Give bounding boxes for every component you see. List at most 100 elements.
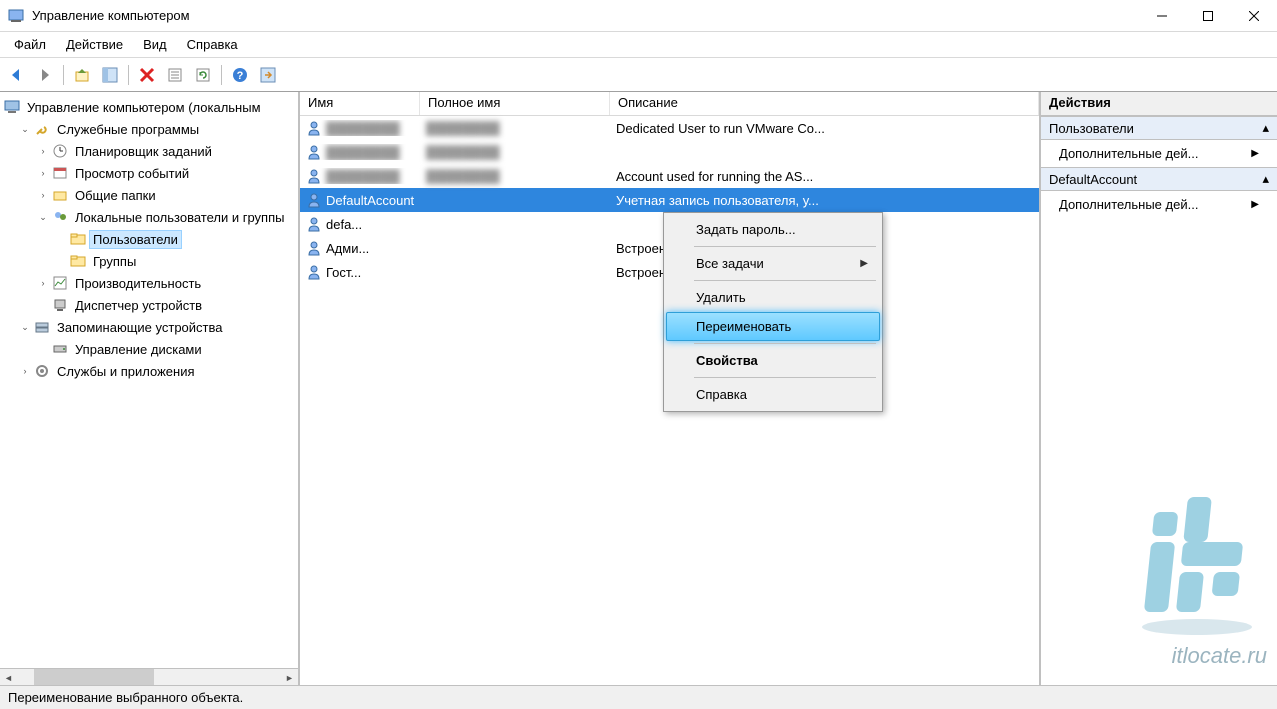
device-icon <box>52 297 68 313</box>
ctx-separator <box>694 343 876 344</box>
performance-icon <box>52 275 68 291</box>
tree-event-viewer[interactable]: › Просмотр событий <box>0 162 298 184</box>
back-button[interactable] <box>4 62 30 88</box>
ctx-rename[interactable]: Переименовать <box>666 312 880 341</box>
chevron-right-icon: ▶ <box>860 258 868 269</box>
export-button[interactable] <box>255 62 281 88</box>
actions-section-account[interactable]: DefaultAccount ▴ <box>1041 167 1277 191</box>
collapse-icon[interactable]: ⌄ <box>18 122 32 136</box>
ctx-all-tasks[interactable]: Все задачи ▶ <box>666 249 880 278</box>
tree-groups[interactable]: Группы <box>0 250 298 272</box>
expand-icon[interactable]: › <box>18 364 32 378</box>
folder-icon <box>70 253 86 269</box>
column-description[interactable]: Описание <box>610 92 1039 115</box>
tree-panel: Управление компьютером (локальным ⌄ Служ… <box>0 92 300 685</box>
main-area: Управление компьютером (локальным ⌄ Служ… <box>0 92 1277 685</box>
tools-icon <box>34 121 50 137</box>
ctx-set-password[interactable]: Задать пароль... <box>666 215 880 244</box>
maximize-button[interactable] <box>1185 0 1231 32</box>
expand-icon[interactable]: › <box>36 144 50 158</box>
tree-root[interactable]: Управление компьютером (локальным <box>0 96 298 118</box>
user-icon <box>306 120 322 136</box>
toolbar-separator <box>128 65 129 85</box>
show-hide-button[interactable] <box>97 62 123 88</box>
expand-icon[interactable]: › <box>36 276 50 290</box>
scroll-left-icon[interactable]: ◄ <box>0 669 17 685</box>
collapse-icon[interactable]: ⌄ <box>18 320 32 334</box>
user-icon <box>306 264 322 280</box>
ctx-separator <box>694 280 876 281</box>
help-button[interactable]: ? <box>227 62 253 88</box>
menu-file[interactable]: Файл <box>4 34 56 55</box>
svg-text:?: ? <box>237 70 244 82</box>
cell-name: ████████ <box>300 168 420 184</box>
scroll-right-icon[interactable]: ► <box>281 669 298 685</box>
delete-button[interactable] <box>134 62 160 88</box>
app-icon <box>8 8 24 24</box>
ctx-help[interactable]: Справка <box>666 380 880 409</box>
expand-icon[interactable]: › <box>36 166 50 180</box>
cell-description: Учетная запись пользователя, у... <box>610 193 1039 208</box>
folder-icon <box>70 231 86 247</box>
ctx-properties[interactable]: Свойства <box>666 346 880 375</box>
up-button[interactable] <box>69 62 95 88</box>
status-text: Переименование выбранного объекта. <box>8 690 243 705</box>
minimize-button[interactable] <box>1139 0 1185 32</box>
computer-icon <box>4 99 20 115</box>
ctx-separator <box>694 246 876 247</box>
cell-name: defa... <box>300 216 420 232</box>
menu-view[interactable]: Вид <box>133 34 177 55</box>
cell-name: Адми... <box>300 240 420 256</box>
window-title: Управление компьютером <box>32 8 1139 23</box>
tree-system-tools[interactable]: ⌄ Служебные программы <box>0 118 298 140</box>
tree-performance[interactable]: › Производительность <box>0 272 298 294</box>
properties-button[interactable] <box>162 62 188 88</box>
tree-disk-management[interactable]: Управление дисками <box>0 338 298 360</box>
status-bar: Переименование выбранного объекта. <box>0 685 1277 709</box>
forward-button[interactable] <box>32 62 58 88</box>
actions-section-account-label: DefaultAccount <box>1049 172 1137 187</box>
expand-icon[interactable]: › <box>36 188 50 202</box>
tree-users[interactable]: Пользователи <box>0 228 298 250</box>
window-controls <box>1139 0 1277 32</box>
tree-horizontal-scrollbar[interactable]: ◄ ► <box>0 668 298 685</box>
list-row[interactable]: ████████████████ <box>300 140 1039 164</box>
list-row[interactable]: ████████████████Dedicated User to run VM… <box>300 116 1039 140</box>
column-name[interactable]: Имя <box>300 92 420 115</box>
tree-local-users[interactable]: ⌄ Локальные пользователи и группы <box>0 206 298 228</box>
watermark-logo-icon <box>1127 487 1267 637</box>
chevron-up-icon: ▴ <box>1262 120 1269 136</box>
watermark-text: itlocate.ru <box>1127 643 1267 669</box>
refresh-button[interactable] <box>190 62 216 88</box>
ctx-delete[interactable]: Удалить <box>666 283 880 312</box>
tree-shared-folders[interactable]: › Общие папки <box>0 184 298 206</box>
actions-section-users[interactable]: Пользователи ▴ <box>1041 116 1277 140</box>
close-button[interactable] <box>1231 0 1277 32</box>
list-row[interactable]: DefaultAccount Учетная запись пользовател… <box>300 188 1039 212</box>
navigation-tree[interactable]: Управление компьютером (локальным ⌄ Служ… <box>0 96 298 382</box>
chevron-up-icon: ▴ <box>1262 171 1269 187</box>
column-fullname[interactable]: Полное имя <box>420 92 610 115</box>
list-row[interactable]: ████████████████Account used for running… <box>300 164 1039 188</box>
user-icon <box>306 240 322 256</box>
tree-services-apps[interactable]: › Службы и приложения <box>0 360 298 382</box>
share-icon <box>52 187 68 203</box>
menu-bar: Файл Действие Вид Справка <box>0 32 1277 58</box>
actions-more-users[interactable]: Дополнительные дей... ▶ <box>1041 140 1277 167</box>
services-icon <box>34 363 50 379</box>
chevron-right-icon: ▶ <box>1251 199 1259 210</box>
actions-more-account[interactable]: Дополнительные дей... ▶ <box>1041 191 1277 218</box>
tree-task-scheduler[interactable]: › Планировщик заданий <box>0 140 298 162</box>
cell-name: DefaultAccount <box>300 192 420 208</box>
menu-help[interactable]: Справка <box>177 34 248 55</box>
actions-panel: Действия Пользователи ▴ Дополнительные д… <box>1041 92 1277 685</box>
menu-action[interactable]: Действие <box>56 34 133 55</box>
ctx-all-tasks-label: Все задачи <box>696 256 764 271</box>
actions-more-users-label: Дополнительные дей... <box>1059 146 1198 161</box>
collapse-icon[interactable]: ⌄ <box>36 210 50 224</box>
cell-description: Dedicated User to run VMware Co... <box>610 121 1039 136</box>
tree-storage[interactable]: ⌄ Запоминающие устройства <box>0 316 298 338</box>
scroll-thumb[interactable] <box>34 669 154 685</box>
user-icon <box>306 168 322 184</box>
tree-device-manager[interactable]: Диспетчер устройств <box>0 294 298 316</box>
